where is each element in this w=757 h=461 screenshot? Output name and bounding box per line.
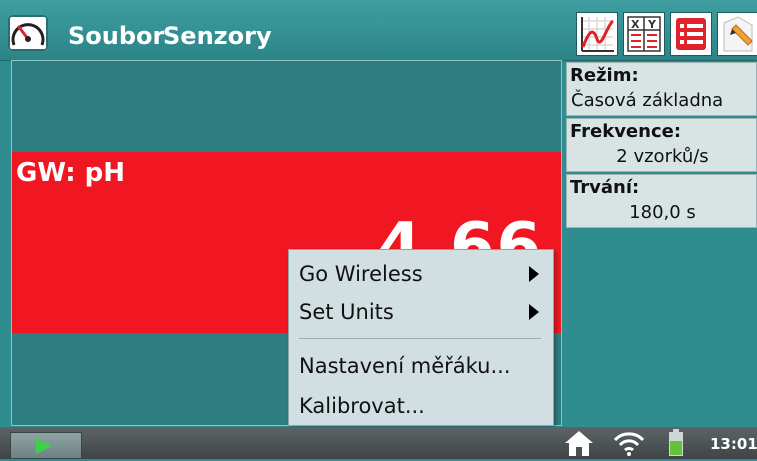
duration-setting[interactable]: Trvání: 180,0 s xyxy=(566,174,757,228)
status-clock: 13:01 xyxy=(710,435,757,453)
sensor-context-menu: Go Wireless Set Units Nastavení měřáku..… xyxy=(288,249,554,426)
bottom-status-bar: 13:01 xyxy=(0,427,757,459)
wifi-icon xyxy=(612,429,646,461)
mode-value: Časová základna xyxy=(571,90,724,111)
menu-item-meter-settings[interactable]: Nastavení měřáku... xyxy=(299,354,511,378)
meter-view-button[interactable] xyxy=(670,12,712,56)
svg-text:X: X xyxy=(631,18,640,31)
menu-item-go-wireless[interactable]: Go Wireless xyxy=(299,262,423,286)
mode-setting[interactable]: Režim: Časová základna xyxy=(566,62,757,116)
menu-item-calibrate[interactable]: Kalibrovat... xyxy=(299,394,425,418)
notes-button[interactable] xyxy=(717,12,757,56)
top-bar: Soubor Senzory X Y xyxy=(0,0,757,61)
mode-label: Režim: xyxy=(570,65,639,86)
rate-setting[interactable]: Frekvence: 2 vzorků/s xyxy=(566,118,757,172)
battery-icon xyxy=(666,429,686,461)
table-view-button[interactable]: X Y xyxy=(623,12,665,56)
menu-item-label: Kalibrovat... xyxy=(299,394,425,418)
menu-file[interactable]: Soubor xyxy=(68,22,164,50)
menu-item-label: Set Units xyxy=(299,300,394,324)
menu-sensors[interactable]: Senzory xyxy=(163,22,272,50)
rate-label: Frekvence: xyxy=(570,121,682,142)
menu-item-label: Go Wireless xyxy=(299,262,423,286)
svg-text:Y: Y xyxy=(647,18,657,31)
start-collection-button[interactable] xyxy=(10,432,82,459)
graph-view-button[interactable] xyxy=(576,12,618,56)
duration-value: 180,0 s xyxy=(629,202,696,223)
submenu-arrow-icon xyxy=(529,304,539,320)
gauge-app-icon[interactable] xyxy=(8,15,48,51)
play-icon xyxy=(36,438,52,454)
sensor-label: GW: pH xyxy=(16,158,126,188)
duration-label: Trvání: xyxy=(570,177,640,198)
menu-item-label: Nastavení měřáku... xyxy=(299,354,511,378)
menu-item-set-units[interactable]: Set Units xyxy=(299,300,394,324)
submenu-arrow-icon xyxy=(529,266,539,282)
meter-top-panel xyxy=(11,60,562,152)
rate-value: 2 vzorků/s xyxy=(616,146,709,167)
home-icon[interactable] xyxy=(562,429,596,461)
menu-divider xyxy=(299,338,541,339)
